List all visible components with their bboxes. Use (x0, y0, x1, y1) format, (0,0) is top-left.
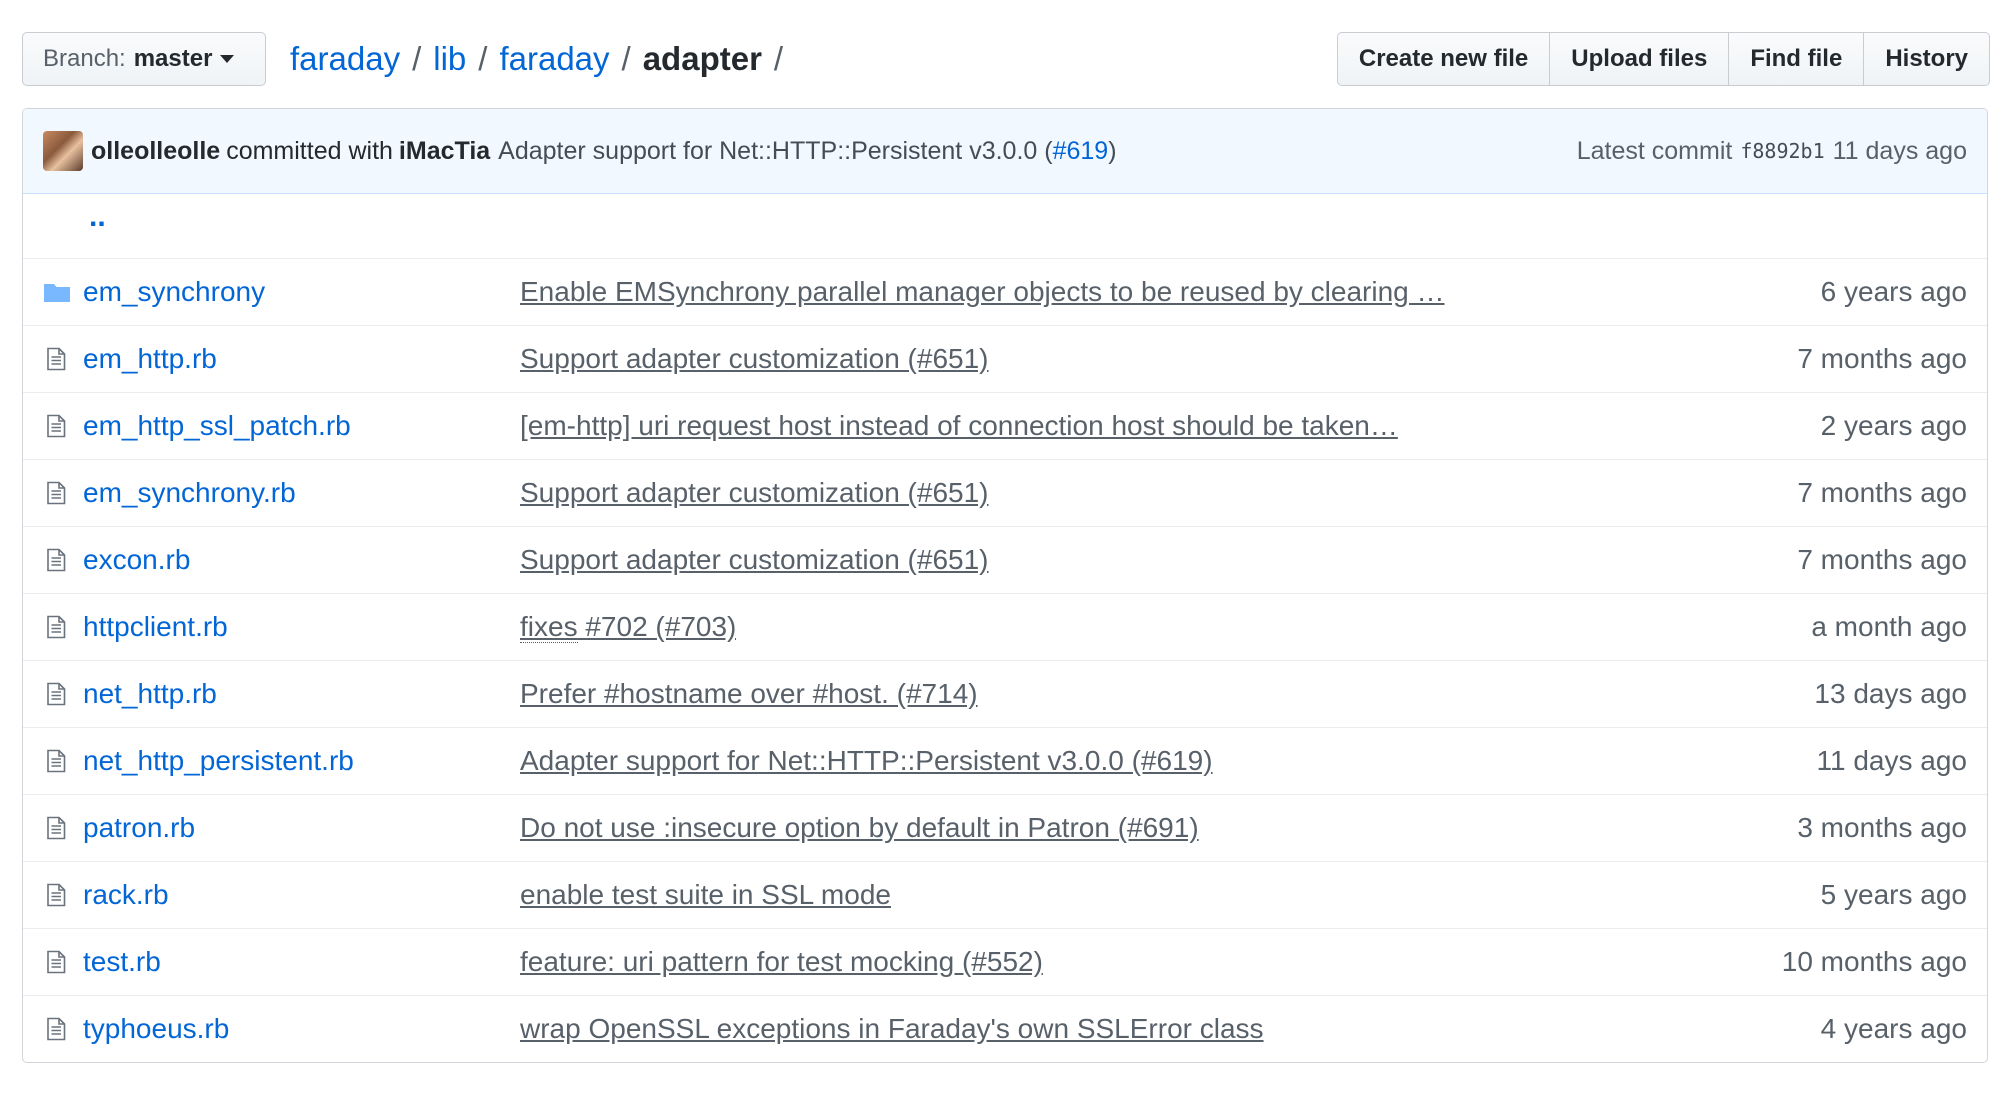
issue-reference-text: fixes (520, 611, 578, 643)
file-name-link[interactable]: excon.rb (83, 544, 190, 576)
file-icon (43, 681, 69, 707)
commit-message-link[interactable]: Prefer #hostname over #host. (#714) (520, 678, 978, 710)
file-icon (43, 1016, 69, 1042)
file-icon (43, 815, 69, 841)
file-icon (43, 882, 69, 908)
file-name-link[interactable]: em_synchrony.rb (83, 477, 296, 509)
table-row: excon.rb Support adapter customization (… (23, 526, 1987, 593)
file-name-link[interactable]: net_http.rb (83, 678, 217, 710)
parent-directory-link[interactable]: .. (89, 200, 106, 234)
file-list-box: olleolleolle committed with iMacTia Adap… (22, 108, 1988, 1063)
commit-message-link[interactable]: [em-http] uri request host instead of co… (520, 410, 1398, 442)
commit-message-link[interactable]: Support adapter customization (#651) (520, 477, 989, 509)
commit-age: 7 months ago (1797, 544, 1967, 575)
avatar[interactable] (43, 131, 83, 171)
table-row: net_http.rb Prefer #hostname over #host.… (23, 660, 1987, 727)
create-new-file-button[interactable]: Create new file (1336, 32, 1551, 86)
file-name-link[interactable]: em_synchrony (83, 276, 265, 308)
latest-commit-label: Latest commit (1576, 136, 1733, 165)
breadcrumb-separator: / (478, 40, 488, 77)
commit-sha-link[interactable]: f8892b1 (1740, 139, 1824, 163)
breadcrumb-link-lib[interactable]: lib (433, 40, 466, 78)
commit-message-text: Adapter support for Net::HTTP::Persisten… (498, 136, 1053, 165)
folder-icon (43, 279, 71, 305)
commit-message-end: ) (1108, 136, 1117, 165)
commit-age: 7 months ago (1797, 343, 1967, 374)
branch-select-button[interactable]: Branch: master (22, 32, 266, 86)
commit-age: 5 years ago (1820, 879, 1967, 910)
commit-message-link[interactable]: wrap OpenSSL exceptions in Faraday's own… (520, 1013, 1264, 1045)
file-icon (43, 547, 69, 573)
table-row: em_http_ssl_patch.rb [em-http] uri reque… (23, 392, 1987, 459)
branch-name: master (133, 45, 213, 72)
breadcrumb-link-faraday[interactable]: faraday (499, 40, 609, 78)
file-icon (43, 413, 69, 439)
table-row: typhoeus.rb wrap OpenSSL exceptions in F… (23, 995, 1987, 1062)
file-name-link[interactable]: patron.rb (83, 812, 195, 844)
file-actions-group: Create new file Upload files Find file H… (1336, 32, 1990, 86)
commit-message-text: #702 (#703) (577, 611, 737, 642)
commit-age: 11 days ago (1816, 745, 1968, 776)
commit-age: 4 years ago (1820, 1013, 1967, 1044)
commit-message[interactable]: Adapter support for Net::HTTP::Persisten… (498, 137, 1116, 166)
committed-with-text: committed with (226, 136, 393, 165)
file-name-link[interactable]: httpclient.rb (83, 611, 228, 643)
table-row: rack.rb enable test suite in SSL mode 5 … (23, 861, 1987, 928)
file-name-link[interactable]: em_http.rb (83, 343, 217, 375)
parent-directory-row: .. (23, 194, 1987, 258)
breadcrumb-separator: / (773, 40, 784, 77)
file-table: .. em_synchrony Enable EMSynchrony paral… (23, 194, 1987, 1062)
commit-pr-link[interactable]: #619 (1053, 137, 1109, 165)
commit-message-link[interactable]: Adapter support for Net::HTTP::Persisten… (520, 745, 1213, 777)
commit-age: 3 months ago (1797, 812, 1967, 843)
file-name-link[interactable]: net_http_persistent.rb (83, 745, 354, 777)
file-icon (43, 949, 69, 975)
table-row: em_http.rb Support adapter customization… (23, 325, 1987, 392)
commit-coauthor-link[interactable]: iMacTia (399, 137, 490, 166)
dropdown-caret-icon (220, 55, 235, 63)
file-name-link[interactable]: typhoeus.rb (83, 1013, 229, 1045)
commit-message-link[interactable]: Support adapter customization (#651) (520, 544, 989, 576)
file-icon (43, 614, 69, 640)
file-name-link[interactable]: em_http_ssl_patch.rb (83, 410, 351, 442)
commit-message-link[interactable]: enable test suite in SSL mode (520, 879, 891, 911)
history-button[interactable]: History (1863, 32, 1990, 86)
file-navigation: Branch: master faraday / lib / faraday /… (22, 32, 1990, 88)
commit-message-link[interactable]: Support adapter customization (#651) (520, 343, 989, 375)
commit-age: 11 days ago (1832, 136, 1967, 165)
breadcrumb-separator: / (412, 40, 422, 77)
commit-age: 10 months ago (1781, 946, 1967, 977)
file-icon (43, 748, 69, 774)
commit-age: 7 months ago (1797, 477, 1967, 508)
file-name-link[interactable]: test.rb (83, 946, 161, 978)
latest-commit-info: Latest commit f8892b1 11 days ago (1577, 109, 1967, 193)
breadcrumb-separator: / (621, 40, 631, 77)
branch-label: Branch: (43, 45, 126, 72)
table-row: em_synchrony Enable EMSynchrony parallel… (23, 258, 1987, 325)
commit-age: 2 years ago (1820, 410, 1967, 441)
commit-author-link[interactable]: olleolleolle (91, 137, 220, 166)
breadcrumb: faraday / lib / faraday / adapter / (290, 32, 795, 86)
table-row: httpclient.rb fixes #702 (#703) a month … (23, 593, 1987, 660)
commit-message-link[interactable]: Enable EMSynchrony parallel manager obje… (520, 276, 1445, 308)
breadcrumb-link-repo[interactable]: faraday (290, 40, 400, 78)
table-row: net_http_persistent.rb Adapter support f… (23, 727, 1987, 794)
table-row: em_synchrony.rb Support adapter customiz… (23, 459, 1987, 526)
latest-commit-bar: olleolleolle committed with iMacTia Adap… (23, 109, 1987, 194)
breadcrumb-current: adapter (642, 40, 762, 77)
table-row: patron.rb Do not use :insecure option by… (23, 794, 1987, 861)
commit-age: 6 years ago (1820, 276, 1967, 307)
file-icon (43, 480, 69, 506)
commit-age: a month ago (1811, 611, 1967, 642)
commit-message-link[interactable]: Do not use :insecure option by default i… (520, 812, 1199, 844)
commit-message-link[interactable]: fixes #702 (#703) (520, 611, 736, 643)
file-icon (43, 346, 69, 372)
file-name-link[interactable]: rack.rb (83, 879, 169, 911)
table-row: test.rb feature: uri pattern for test mo… (23, 928, 1987, 995)
upload-files-button[interactable]: Upload files (1549, 32, 1730, 86)
find-file-button[interactable]: Find file (1728, 32, 1865, 86)
commit-age: 13 days ago (1814, 678, 1967, 709)
commit-message-link[interactable]: feature: uri pattern for test mocking (#… (520, 946, 1043, 978)
